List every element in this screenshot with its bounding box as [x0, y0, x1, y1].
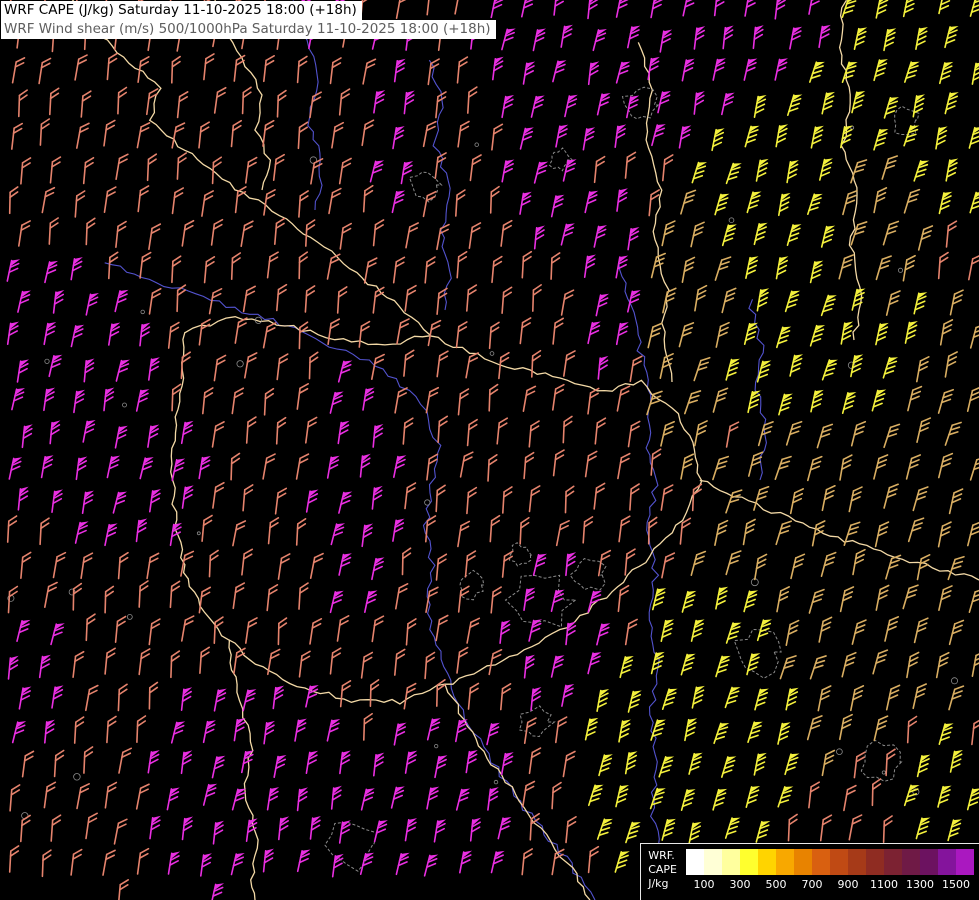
legend-swatch [704, 849, 722, 875]
map-background [0, 0, 979, 900]
legend-unit-label: J/kg [648, 877, 677, 891]
legend-swatch [866, 849, 884, 875]
title-line-2: WRF Wind shear (m/s) 500/1000hPa Saturda… [1, 20, 496, 39]
weather-map [0, 0, 979, 900]
legend-swatch [830, 849, 848, 875]
legend-labels: WRF. CAPE J/kg [648, 849, 677, 892]
legend-param-label: CAPE [648, 863, 677, 877]
map-header: WRF CAPE (J/kg) Saturday 11-10-2025 18:0… [1, 1, 496, 39]
legend-scale: 100 300 500 700 900 1100 1300 1500 [686, 849, 974, 892]
legend-tick-label: 700 [802, 878, 823, 891]
legend-swatch [902, 849, 920, 875]
weather-map-stage: WRF CAPE (J/kg) Saturday 11-10-2025 18:0… [0, 0, 979, 900]
legend-tick-label: 1500 [942, 878, 970, 891]
legend-tick-label: 100 [694, 878, 715, 891]
legend-swatch [812, 849, 830, 875]
cape-legend: WRF. CAPE J/kg 100 300 500 700 900 1100 1300 15… [640, 843, 979, 900]
legend-swatch [740, 849, 758, 875]
legend-model-label: WRF. [648, 849, 677, 863]
legend-swatch [776, 849, 794, 875]
legend-tick-label: 1300 [906, 878, 934, 891]
legend-swatch [758, 849, 776, 875]
legend-swatch [686, 849, 704, 875]
legend-tick-label: 500 [766, 878, 787, 891]
legend-tick-row: 100 300 500 700 900 1100 1300 1500 [686, 875, 974, 891]
legend-swatch [794, 849, 812, 875]
legend-swatch [722, 849, 740, 875]
legend-swatch [848, 849, 866, 875]
title-line-1: WRF CAPE (J/kg) Saturday 11-10-2025 18:0… [1, 1, 362, 20]
legend-tick-label: 900 [838, 878, 859, 891]
legend-swatch [884, 849, 902, 875]
legend-tick-label: 300 [730, 878, 751, 891]
legend-tick-label: 1100 [870, 878, 898, 891]
legend-swatch [956, 849, 974, 875]
legend-swatch [938, 849, 956, 875]
legend-swatch [920, 849, 938, 875]
legend-swatch-row [686, 849, 974, 875]
